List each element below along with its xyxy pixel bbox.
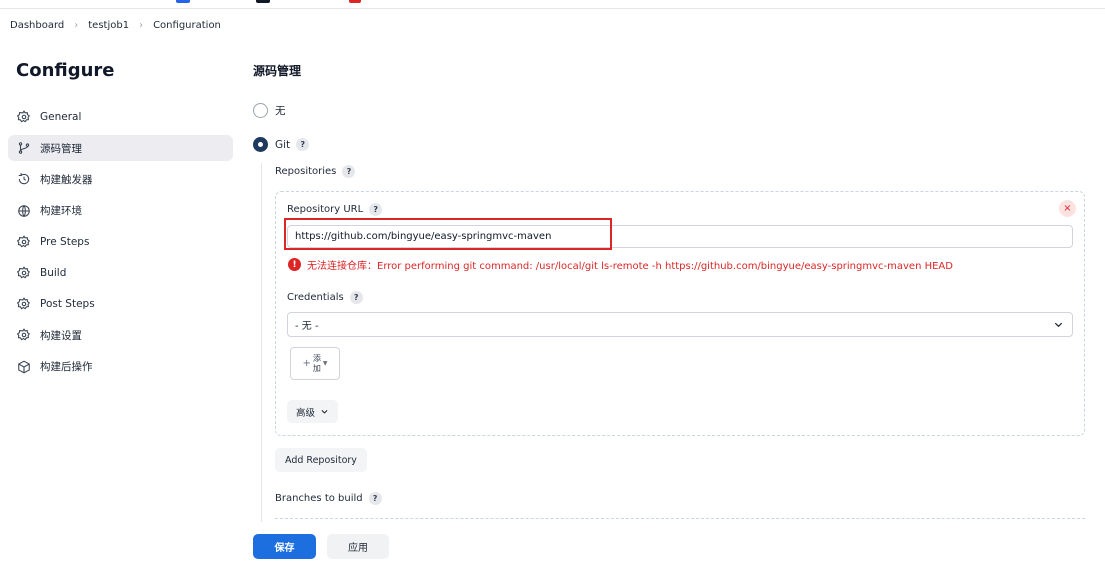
plus-icon: + xyxy=(302,358,311,369)
branches-label: Branches to build xyxy=(275,493,363,504)
sidebar-item-label: Pre Steps xyxy=(40,235,90,248)
section-title-scm: 源码管理 xyxy=(253,64,302,78)
error-icon: ! xyxy=(288,258,301,271)
chevron-down-icon xyxy=(321,410,328,414)
repository-error-message: ! 无法连接仓库：Error performing git command: /… xyxy=(288,257,953,272)
close-icon[interactable]: × xyxy=(1059,200,1076,217)
sidebar-item-label: 构建设置 xyxy=(40,329,82,342)
credentials-select[interactable]: - 无 - xyxy=(287,312,1073,337)
advanced-label: 高级 xyxy=(296,407,316,419)
branches-label-row: Branches to build ? xyxy=(275,492,382,505)
radio-label-git: Git xyxy=(275,138,291,151)
caret-down-icon: ▼ xyxy=(322,360,328,367)
cube-icon xyxy=(18,360,30,373)
breadcrumb-configuration[interactable]: Configuration xyxy=(153,20,221,31)
sidebar-nav: General 源码管理 构建触发器 构建环境 Pre Steps Build … xyxy=(8,104,233,385)
error-text: 无法连接仓库：Error performing git command: /us… xyxy=(307,261,953,272)
sidebar-item-scm[interactable]: 源码管理 xyxy=(8,135,233,162)
sidebar-item-label: 源码管理 xyxy=(40,142,82,155)
radio-label-none: 无 xyxy=(275,105,286,117)
add-credentials-label: 添加 xyxy=(312,353,321,373)
advanced-button[interactable]: 高级 xyxy=(287,400,339,423)
sidebar-item-build[interactable]: Build xyxy=(8,260,233,286)
sidebar-item-label: Build xyxy=(40,266,67,279)
gear-icon xyxy=(17,110,30,123)
add-credentials-button[interactable]: + 添加 ▼ xyxy=(290,347,340,380)
top-toolbar-strip xyxy=(0,0,1105,9)
gear-icon xyxy=(17,234,30,248)
sidebar-item-pre-steps[interactable]: Pre Steps xyxy=(8,229,233,255)
help-icon[interactable]: ? xyxy=(296,138,310,151)
gear-icon xyxy=(17,328,30,341)
sidebar-item-label: 构建环境 xyxy=(40,205,82,218)
globe-icon xyxy=(18,204,30,217)
sidebar-title: Configure xyxy=(16,60,115,81)
radio-button-none[interactable] xyxy=(253,103,268,118)
sidebar-item-label: 构建后操作 xyxy=(40,361,93,373)
help-icon[interactable]: ? xyxy=(342,165,356,178)
breadcrumb: Dashboard › testjob1 › Configuration xyxy=(10,18,221,32)
sidebar-item-label: General xyxy=(40,111,82,123)
save-button[interactable]: 保存 xyxy=(253,534,316,559)
gear-icon xyxy=(17,266,30,279)
repositories-label-row: Repositories ? xyxy=(275,165,356,178)
sidebar-item-post-build-actions[interactable]: 构建后操作 xyxy=(8,354,233,380)
help-icon[interactable]: ? xyxy=(369,203,383,216)
credentials-label-row: Credentials ? xyxy=(287,291,363,304)
apply-button[interactable]: 应用 xyxy=(327,534,389,559)
breadcrumb-testjob1[interactable]: testjob1 xyxy=(88,20,129,31)
chevron-down-icon xyxy=(1054,322,1063,328)
help-icon[interactable]: ? xyxy=(349,291,363,304)
sidebar-item-label: 构建触发器 xyxy=(40,173,93,186)
repository-url-label: Repository URL xyxy=(287,204,364,215)
radio-option-none[interactable]: 无 xyxy=(253,103,286,118)
chevron-right-icon: › xyxy=(139,19,144,31)
radio-option-git[interactable]: Git ? xyxy=(253,137,310,152)
clock-icon xyxy=(18,173,30,185)
sidebar-item-build-settings[interactable]: 构建设置 xyxy=(8,322,233,348)
sidebar-item-post-steps[interactable]: Post Steps xyxy=(8,291,233,317)
sidebar-item-label: Post Steps xyxy=(40,298,95,311)
help-icon[interactable]: ? xyxy=(368,492,382,505)
git-indent-line xyxy=(261,163,262,523)
breadcrumb-dashboard[interactable]: Dashboard xyxy=(10,20,64,31)
sidebar-item-general[interactable]: General xyxy=(8,104,233,130)
credentials-label: Credentials xyxy=(287,292,344,303)
radio-button-git[interactable] xyxy=(253,137,268,152)
gear-icon xyxy=(17,297,30,310)
branch-icon xyxy=(18,142,30,154)
repository-url-label-row: Repository URL ? xyxy=(287,203,383,216)
repositories-label: Repositories xyxy=(275,166,337,177)
chevron-right-icon: › xyxy=(74,19,79,31)
credentials-selected-value: - 无 - xyxy=(295,321,319,332)
sidebar-item-build-environment[interactable]: 构建环境 xyxy=(8,198,233,224)
highlight-annotation-box xyxy=(284,218,612,250)
sidebar-item-build-triggers[interactable]: 构建触发器 xyxy=(8,166,233,192)
add-repository-button[interactable]: Add Repository xyxy=(275,448,367,472)
